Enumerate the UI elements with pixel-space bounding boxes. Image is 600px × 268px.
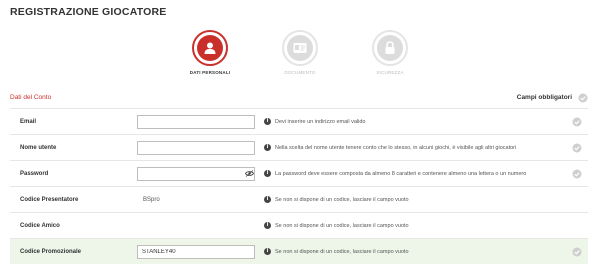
step-circle [282, 30, 318, 66]
field-label: Codice Amico [20, 223, 60, 229]
lock-icon [385, 41, 395, 54]
info-icon: i [264, 118, 271, 125]
field-help: Se non si dispone di un codice, lasciare… [275, 197, 409, 203]
field-help: Nella scelta del nome utente tenere cont… [275, 145, 517, 151]
section-title: Dati del Conto [10, 94, 52, 101]
step-label: DOCUMENTO [284, 70, 316, 75]
check-circle-icon [572, 143, 582, 153]
promo-code-field[interactable] [137, 245, 255, 259]
required-fields-label: Campi obbligatori [516, 94, 572, 101]
step-circle [372, 30, 408, 66]
page-title: REGISTRAZIONE GIOCATORE [10, 6, 167, 18]
id-card-icon [293, 43, 307, 53]
step-personal-data[interactable]: DATI PERSONALI [170, 30, 250, 75]
info-icon: i [264, 196, 271, 203]
field-label: Password [20, 171, 49, 177]
form-row-promo-code: Codice Promozionale i Se non si dispone … [10, 238, 588, 264]
field-label: Codice Promozionale [20, 249, 82, 255]
info-icon: i [264, 170, 271, 177]
user-icon [204, 42, 216, 54]
field-label: Email [20, 119, 37, 125]
info-icon: i [264, 248, 271, 255]
info-icon: i [264, 144, 271, 151]
form-row-email: Email i Devi inserire un indirizzo email… [10, 108, 588, 135]
field-help: La password deve essere composta da alme… [275, 171, 527, 177]
step-document[interactable]: DOCUMENTO [260, 30, 340, 75]
step-circle [192, 30, 228, 66]
referrer-code-value: BSpro [143, 197, 160, 203]
form-row-referrer-code: Codice Presentatore BSpro i Se non si di… [10, 186, 588, 213]
wizard-steps: DATI PERSONALI DOCUMENTO SICUREZZA [0, 30, 600, 80]
field-label: Nome utente [20, 145, 57, 151]
step-label: SICUREZZA [376, 70, 404, 75]
field-help: Se non si dispone di un codice, lasciare… [275, 223, 409, 229]
username-field[interactable] [137, 141, 255, 155]
email-field[interactable] [137, 115, 255, 129]
eye-slash-icon[interactable] [245, 170, 254, 177]
info-icon: i [264, 222, 271, 229]
form-row-friend-code: Codice Amico i Se non si dispone di un c… [10, 212, 588, 239]
step-label: DATI PERSONALI [189, 70, 231, 75]
form-row-username: Nome utente i Nella scelta del nome uten… [10, 134, 588, 161]
check-circle-icon [572, 169, 582, 179]
step-security[interactable]: SICUREZZA [350, 30, 430, 75]
password-field[interactable] [137, 167, 255, 181]
check-circle-icon [572, 117, 582, 127]
form-row-password: Password i La password deve essere compo… [10, 160, 588, 187]
check-circle-icon [572, 247, 582, 257]
field-help: Devi inserire un indirizzo email valido [275, 119, 366, 125]
section-header: Dati del Conto Campi obbligatori [10, 92, 588, 108]
field-label: Codice Presentatore [20, 197, 79, 203]
check-circle-icon [578, 93, 588, 103]
field-help: Se non si dispone di un codice, lasciare… [275, 249, 409, 255]
